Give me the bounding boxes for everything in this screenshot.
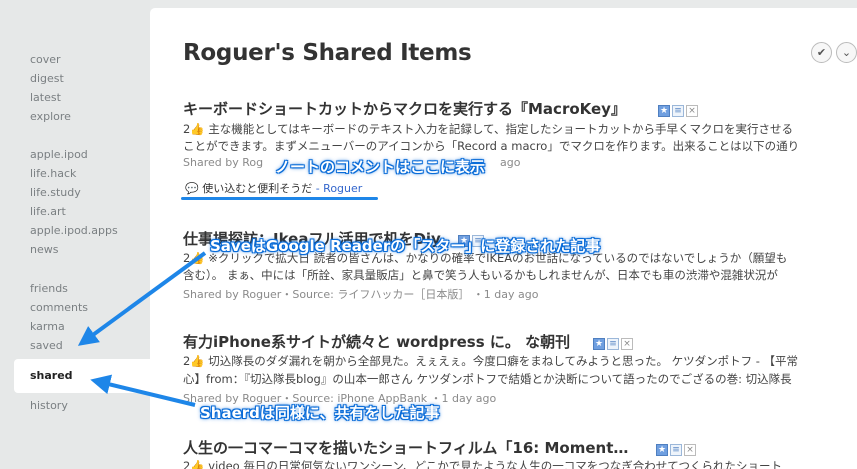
shared-arrow (90, 374, 196, 407)
comment-annotation: ノートのコメントはここに表示 (275, 158, 486, 176)
shared-annotation: Shaerdは同様に、共有をした記事 (200, 404, 440, 422)
saved-annotation: SaveはGoogle Readerの「スター」に登録された記事 (210, 237, 601, 255)
saved-arrow (77, 251, 207, 346)
